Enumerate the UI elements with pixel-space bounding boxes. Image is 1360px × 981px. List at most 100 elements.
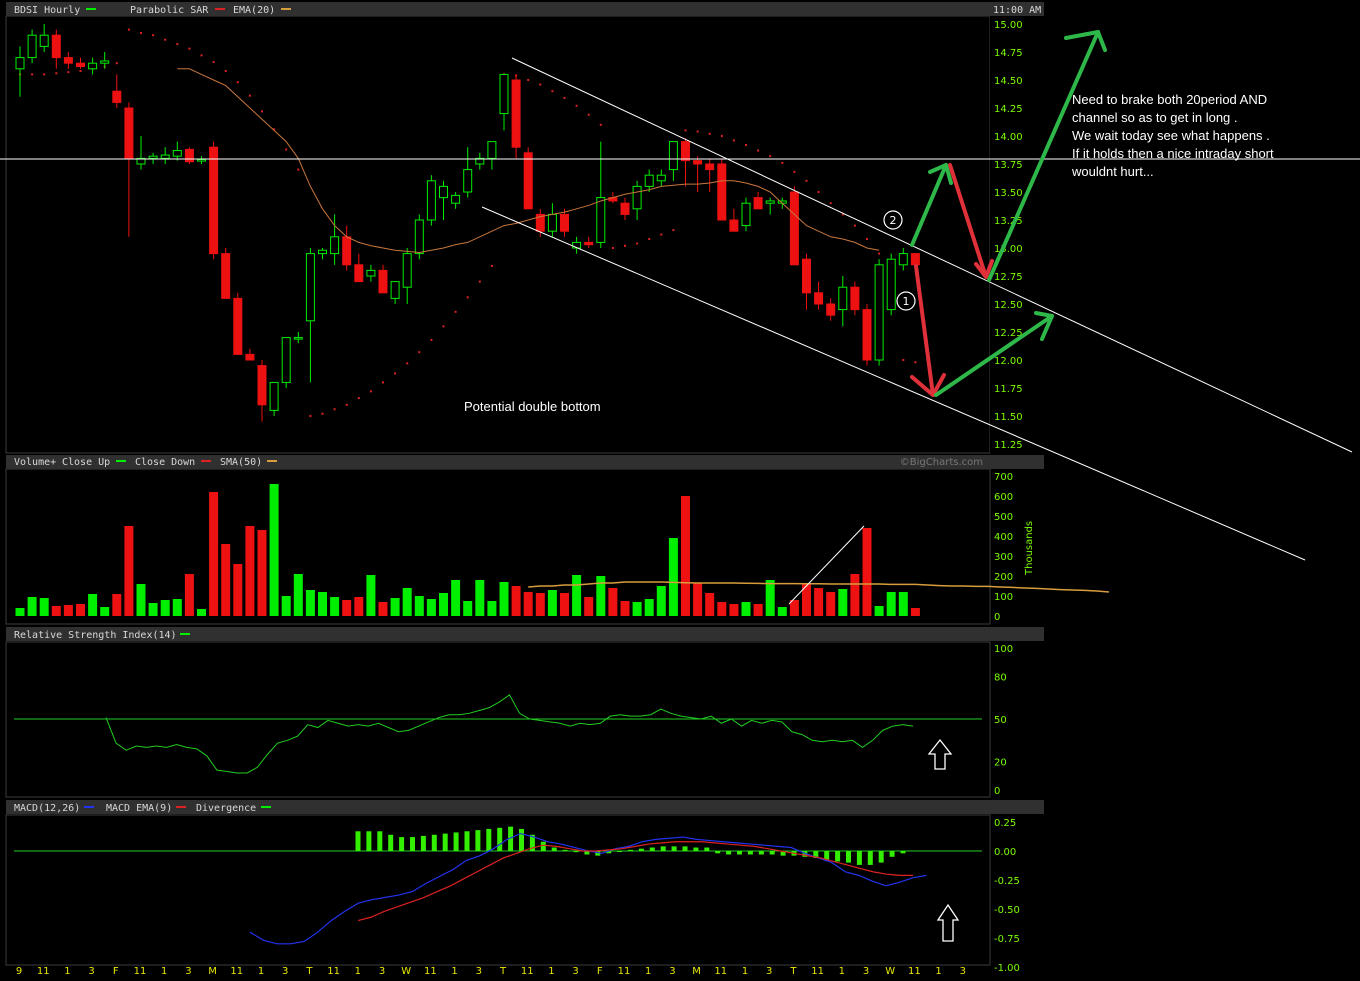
volume-bar [39,598,49,616]
svg-text:1: 1 [903,295,910,308]
divergence-bar [366,831,372,851]
sar-dot [914,361,917,364]
volume-bar [15,608,25,616]
volume-bar [269,484,279,616]
volume-bar [378,602,388,616]
sar-dot [345,403,348,406]
sar-dot [684,129,687,132]
candle-body [717,163,727,221]
volume-bar [27,597,37,616]
volume-bar [463,601,473,616]
candle-body [439,185,448,199]
sar-dot [720,135,723,137]
sar-dot [696,130,699,133]
x-tick-label: F [113,966,119,977]
volume-bar [535,593,545,616]
y-tick-label: 12.50 [994,300,1023,311]
y-tick-label: 0.25 [994,818,1016,829]
divergence-bar [388,834,394,851]
volume-bar [366,575,376,616]
volume-bar [354,597,364,616]
sar-dot [261,110,263,113]
sar-dot [527,79,530,81]
volume-bar [668,538,678,616]
sar-dot [672,229,675,232]
divergence-bar [628,849,633,851]
sar-dot [757,149,760,152]
candle-body [245,353,255,361]
volume-bar [197,609,206,616]
x-tick-label: 3 [863,966,869,977]
candle-body [850,286,860,311]
y-tick-label: 14.75 [994,48,1023,59]
sar-dot [55,72,58,75]
candle-body [124,107,134,159]
volume-bar [293,574,303,616]
volume-bar [439,593,448,616]
y-tick-label: 0 [994,612,1000,623]
note-line-3: We wait today see what happens . [1072,128,1270,143]
candle-body [269,381,279,411]
ema-legend-swatch [281,8,291,10]
y-tick-label: -0.75 [994,934,1020,945]
y-tick-label: 13.50 [994,188,1023,199]
sar-dot [563,96,566,99]
volume-bar [426,599,436,616]
volume-bar [560,593,569,616]
candle-body [342,236,352,266]
divergence-bar [856,851,862,865]
sar-dot [902,359,905,361]
candle-body [160,154,170,159]
divergence-bar [715,851,721,854]
y-tick-label: 100 [994,592,1013,603]
sar-dot [321,412,324,415]
divergence-bar [453,832,459,851]
x-tick-label: 11 [521,966,534,977]
sar-dot [297,168,300,171]
x-tick-label: 1 [645,966,651,977]
sar-dot [805,179,808,182]
volume-sma-swatch [267,460,277,462]
sar-dot [357,397,360,400]
volume-up-label: Close Up [62,457,110,468]
volume-bar [850,574,860,616]
note-line-1: Need to brake both 20period AND [1072,92,1267,107]
candle-body [39,34,49,47]
sar-dot [200,54,203,57]
divergence-bar [900,851,906,854]
volume-axis-ticks: 0 100 200 300 400 500 600 700 [994,472,1013,623]
divergence-bar [573,851,579,853]
svg-text:2: 2 [890,214,897,227]
candle-body [487,141,497,159]
divergence-bar [704,847,710,851]
sar-dot [212,61,215,64]
sar-dot [866,238,868,241]
volume-bar [705,593,715,616]
y-tick-label: 300 [994,552,1013,563]
volume-bar [717,602,727,616]
y-tick-label: 200 [994,572,1013,583]
candle-body [233,297,243,355]
sar-dot [551,90,554,93]
volume-bar [136,584,146,616]
x-tick-label: 11 [37,966,50,977]
divergence-bar [758,851,764,855]
y-tick-label: 80 [994,672,1007,683]
volume-bar [51,606,61,616]
divergence-bar [726,851,732,855]
x-tick-label: 1 [548,966,554,977]
divergence-bar [682,846,688,851]
candle-body [293,337,303,340]
sar-label: Parabolic SAR [130,5,209,16]
candle-body [656,174,666,182]
sar-dot [418,351,421,354]
sar-dot [369,390,372,393]
candle-body [221,253,231,299]
sar-dot [829,202,832,205]
sar-dot [611,247,614,249]
sar-dot [430,338,433,341]
divergence-bar [878,851,884,863]
y-tick-label: 0.00 [994,847,1016,858]
sar-dot [624,244,626,247]
sar-dot [539,83,542,86]
